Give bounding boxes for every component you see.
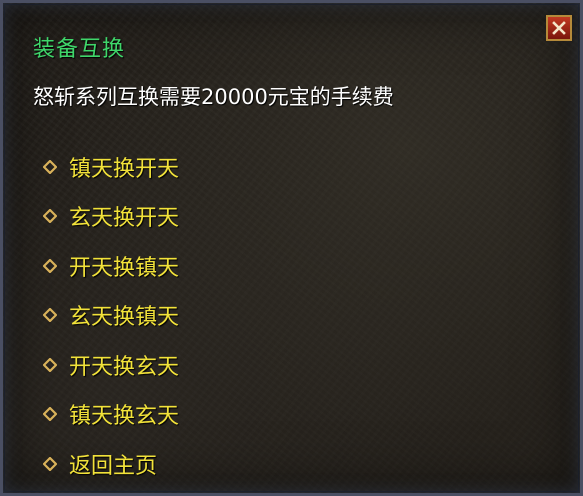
dialog-title: 装备互换 [33,37,126,62]
diamond-icon [43,407,57,422]
option-label: 镇天换开天 [69,156,180,182]
diamond-icon [43,209,57,224]
option-label: 玄天换镇天 [69,305,180,331]
option-zhentian-to-kaitian[interactable]: 镇天换开天 [43,142,179,192]
option-zhentian-to-xuantian[interactable]: 镇天换玄天 [43,390,179,440]
diamond-icon [43,258,57,273]
option-kaitian-to-zhentian[interactable]: 开天换镇天 [43,241,179,291]
option-label: 开天换镇天 [69,255,180,281]
option-xuantian-to-kaitian[interactable]: 玄天换开天 [43,192,179,242]
dialog-panel: 装备互换 怒斩系列互换需要20000元宝的手续费 镇天换开天 玄天换开天 开天换… [0,0,583,496]
option-label: 玄天换开天 [69,206,180,232]
exchange-options-list: 镇天换开天 玄天换开天 开天换镇天 玄天换镇天 开天换玄天 镇天换玄天 返回主页 [43,142,179,489]
diamond-icon [43,308,57,323]
option-label: 开天换玄天 [69,354,180,380]
close-button[interactable] [546,15,572,41]
option-return-home[interactable]: 返回主页 [43,439,179,489]
diamond-icon [43,357,57,372]
option-label: 返回主页 [69,453,158,479]
fee-description: 怒斩系列互换需要20000元宝的手续费 [33,85,394,109]
close-icon [551,20,567,36]
option-label: 镇天换玄天 [69,404,180,430]
diamond-icon [43,159,57,174]
option-kaitian-to-xuantian[interactable]: 开天换玄天 [43,340,179,390]
diamond-icon [43,456,57,471]
option-xuantian-to-zhentian[interactable]: 玄天换镇天 [43,291,179,341]
